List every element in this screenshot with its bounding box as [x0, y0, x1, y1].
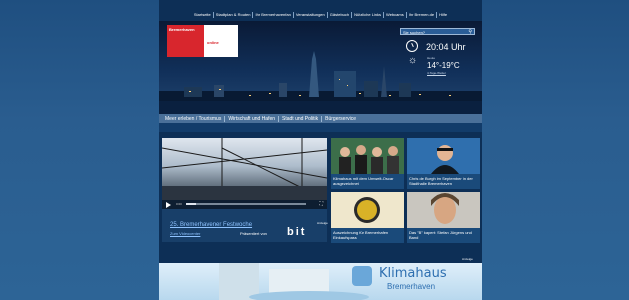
- search-icon[interactable]: ⚲: [468, 29, 472, 36]
- nav-link[interactable]: Gästebuch: [328, 12, 353, 18]
- category-tab[interactable]: Bürgerservice: [322, 116, 359, 122]
- nav-link[interactable]: Startseite: [192, 12, 214, 18]
- video-ad-label: Anzeige: [317, 221, 328, 225]
- nav-link[interactable]: Veranstaltungen: [294, 12, 328, 18]
- videocenter-link[interactable]: Zum Videocenter: [170, 231, 200, 236]
- city-skyline: [159, 51, 482, 114]
- logo-text: Bremerhaven: [169, 27, 195, 32]
- top-navigation: Startseite Stadtplan & Routen Ihr Bremer…: [159, 9, 482, 21]
- nav-link[interactable]: Nützliche Links: [352, 12, 385, 18]
- video-controls: 0:00 ⛶: [162, 200, 327, 209]
- website: Startseite Stadtplan & Routen Ihr Bremer…: [159, 0, 482, 300]
- news-tile[interactable]: Das "B" kapert: Stefan Jürgens und Band: [407, 192, 480, 243]
- ship-rigging-image: [162, 138, 327, 200]
- news-tile[interactable]: Auszeichnung für Bremerhafen Einkaufspas…: [331, 192, 404, 243]
- video-progress-fill: [186, 203, 196, 205]
- advertisement-banner[interactable]: Klimahaus Bremerhaven: [159, 263, 482, 300]
- news-tile[interactable]: Chris de Burgh im September in der Stadt…: [407, 138, 480, 189]
- news-image-portrait: [407, 192, 480, 228]
- nav-link[interactable]: Webcams: [384, 12, 407, 18]
- ad-subtitle: Bremerhaven: [387, 282, 436, 291]
- klimahaus-logo-icon: [352, 266, 372, 286]
- header-banner: Bremerhaven online Sie suchen? ⚲ 20:04 U…: [159, 21, 482, 114]
- news-image-group: [331, 138, 404, 174]
- video-frame[interactable]: [162, 138, 327, 200]
- news-image-badge: [331, 192, 404, 228]
- ad-label: Anzeige: [462, 257, 473, 261]
- nav-link[interactable]: Ihr Bremerhavenfan: [253, 12, 294, 18]
- fullscreen-icon[interactable]: ⛶: [319, 201, 323, 207]
- news-caption: Chris de Burgh im September in der Stadt…: [409, 176, 473, 186]
- ad-title: Klimahaus: [379, 266, 447, 281]
- video-title-link[interactable]: 25. Bremerhavener Festwoche: [170, 222, 252, 228]
- news-image-singer: [407, 138, 480, 174]
- search-input[interactable]: Sie suchen? ⚲: [400, 28, 475, 35]
- sponsor-logo[interactable]: bit: [287, 226, 306, 238]
- category-tab[interactable]: Stadt und Politik: [279, 115, 323, 122]
- news-caption: Auszeichnung für Bremerhafen Einkaufspas…: [333, 230, 389, 240]
- logo-text-online: online: [207, 40, 219, 45]
- play-icon[interactable]: [166, 202, 171, 208]
- nav-link[interactable]: Ihr Bremen.de: [407, 12, 438, 18]
- presented-by-label: Präsentiert von: [240, 231, 267, 236]
- nav-link[interactable]: Stadtplan & Routen: [214, 12, 254, 18]
- nav-link[interactable]: Hilfe: [437, 12, 449, 18]
- news-caption: Klimahaus mit dem Umwelt-Oscar ausgezeic…: [333, 176, 394, 186]
- news-tile[interactable]: Klimahaus mit dem Umwelt-Oscar ausgezeic…: [331, 138, 404, 189]
- category-tab[interactable]: Meer erleben / Tourismus: [162, 115, 226, 122]
- category-navigation: Meer erleben / Tourismus Wirtschaft und …: [159, 114, 482, 123]
- video-progress-bar[interactable]: [186, 203, 306, 205]
- sub-navigation-bar: [159, 123, 482, 132]
- news-caption: Das "B" kapert: Stefan Jürgens und Band: [409, 230, 472, 240]
- category-tab[interactable]: Wirtschaft und Hafen: [225, 115, 280, 122]
- video-time: 0:00: [176, 202, 182, 206]
- video-player: 0:00 ⛶ 25. Bremerhavener Festwoche Anzei…: [162, 138, 328, 242]
